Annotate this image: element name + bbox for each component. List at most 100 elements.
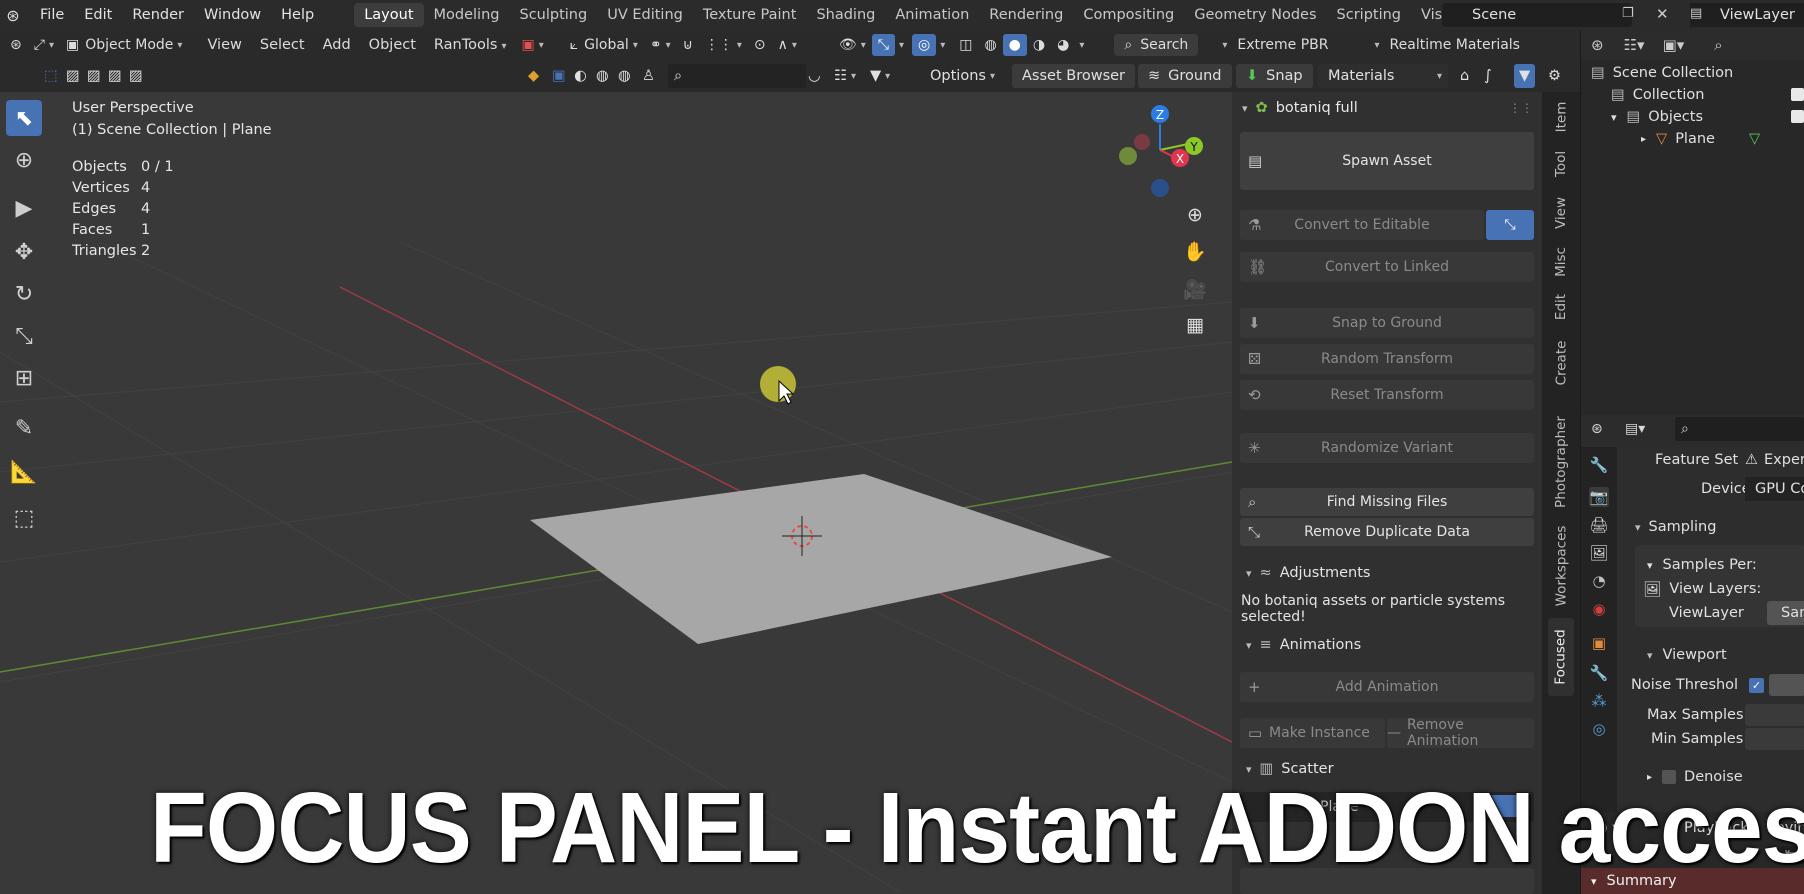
tab-focused[interactable]: Focused	[1548, 618, 1574, 696]
select-subtract-icon[interactable]: ▨	[87, 64, 101, 88]
objects-expand-icon[interactable]: ▾	[1611, 111, 1617, 124]
camera-view-icon[interactable]: 🎥	[1180, 274, 1210, 304]
particles-properties-icon[interactable]: ⁂	[1589, 691, 1609, 711]
properties-editor-icon[interactable]: ⊛	[1591, 421, 1603, 437]
filter-search-field[interactable]: ⌕	[668, 64, 806, 88]
shading-material-icon[interactable]: ◑	[1027, 34, 1051, 56]
outliner-collection[interactable]: ▤ Collection	[1611, 84, 1704, 106]
addon-square-icon[interactable]: ▣	[552, 64, 566, 88]
panel-header[interactable]: ▾ ✿ botaniq full ⋮⋮	[1242, 96, 1537, 120]
min-samples-field[interactable]	[1745, 728, 1804, 750]
properties-options-icon[interactable]: ▤▾	[1625, 421, 1645, 437]
samples-per-header[interactable]: ▾ Samples Per:	[1647, 553, 1757, 577]
menu-select[interactable]: Select	[251, 37, 314, 53]
menu-view[interactable]: View	[198, 37, 250, 53]
tab-texture-paint[interactable]: Texture Paint	[693, 3, 807, 27]
tab-scripting[interactable]: Scripting	[1327, 3, 1411, 27]
proportional-edit-icon[interactable]: ⊙	[748, 34, 772, 56]
tab-item[interactable]: Item	[1548, 96, 1574, 138]
modifier-properties-icon[interactable]: 🔧	[1589, 663, 1609, 683]
output-properties-icon[interactable]: 🖨	[1589, 515, 1609, 535]
add-animation-button[interactable]: + Add Animation	[1240, 672, 1534, 702]
outliner-scene-collection[interactable]: ▤ Scene Collection	[1591, 62, 1733, 84]
menu-help[interactable]: Help	[271, 7, 324, 23]
tab-layout[interactable]: Layout	[354, 3, 424, 27]
make-instance-button[interactable]: ▭ Make Instance	[1240, 718, 1385, 748]
scene-properties-icon[interactable]: ◔	[1589, 571, 1609, 591]
addon-globe-icon[interactable]: ◍	[596, 64, 609, 88]
snap-to-ground-button[interactable]: ⬇ Snap to Ground	[1240, 308, 1534, 338]
settings-gear-icon[interactable]: ⚙	[1548, 64, 1561, 88]
tool-settings-icon[interactable]: 🔧	[1589, 455, 1609, 475]
sampling-panel-header[interactable]: ▾ Sampling	[1635, 515, 1716, 539]
outliner-editor-icon[interactable]: ⊛	[1591, 36, 1604, 54]
tab-compositing[interactable]: Compositing	[1073, 3, 1184, 27]
rotate-tool-icon[interactable]: ↻	[6, 276, 42, 312]
addon-brush-icon[interactable]: ♙	[642, 64, 655, 88]
tab-sculpting[interactable]: Sculpting	[509, 3, 597, 27]
animations-section[interactable]: ▾ ≡ Animations	[1246, 632, 1536, 658]
pan-hand-icon[interactable]: ✋	[1180, 236, 1210, 266]
visibility-icon[interactable]: 👁 ▾	[833, 34, 872, 56]
select-extend-icon[interactable]: ▨	[66, 64, 80, 88]
shading-wireframe-icon[interactable]: ◍	[978, 34, 1002, 56]
transform-tool-icon[interactable]: ⊞	[6, 360, 42, 396]
menu-rantools[interactable]: RanTools ▾	[425, 37, 516, 53]
select-invert-icon[interactable]: ▨	[108, 64, 122, 88]
find-missing-files-button[interactable]: ⌕ Find Missing Files	[1240, 488, 1534, 516]
addon-world-icon[interactable]: ◍	[618, 64, 631, 88]
funnel-toggle-icon[interactable]: ▼	[1514, 64, 1536, 88]
xray-icon[interactable]: ◫	[953, 34, 978, 56]
cursor-tool-icon[interactable]: ⊕	[6, 142, 42, 178]
overlay-toggle-icon[interactable]: ◎	[911, 34, 937, 56]
zoom-icon[interactable]: ⊕	[1180, 200, 1210, 230]
snap-button[interactable]: ⬇ Snap	[1236, 64, 1313, 88]
realtime-materials-menu[interactable]: ▾ Realtime Materials	[1365, 34, 1526, 56]
remove-duplicate-button[interactable]: ⤡ Remove Duplicate Data	[1240, 518, 1534, 546]
filter-funnel-icon[interactable]: ▼ ▾	[870, 64, 890, 88]
blender-logo-icon[interactable]: ⊛	[0, 2, 26, 28]
tab-workspaces[interactable]: Workspaces	[1548, 520, 1574, 612]
tab-create[interactable]: Create	[1548, 332, 1574, 394]
properties-search-field[interactable]: ⌕	[1675, 417, 1804, 441]
extreme-pbr-menu[interactable]: ▾ Extreme PBR	[1212, 34, 1334, 56]
search-button[interactable]: ⌕ Search	[1114, 34, 1199, 56]
select-box-mode-icon[interactable]: ⬚	[44, 64, 58, 88]
select-tool-icon[interactable]: ⬉	[6, 100, 42, 136]
feature-set-dropdown[interactable]: ⚠ Exper	[1745, 448, 1804, 472]
editor-type-icon[interactable]: ⊛	[4, 34, 28, 56]
tab-misc[interactable]: Misc	[1548, 242, 1574, 282]
random-transform-button[interactable]: ⚄ Random Transform	[1240, 344, 1534, 374]
tab-rendering[interactable]: Rendering	[979, 3, 1073, 27]
addon-color-icon[interactable]: ◆	[528, 64, 539, 88]
snap-magnet-icon[interactable]: ⊍	[677, 34, 699, 56]
physics-properties-icon[interactable]: ◎	[1589, 719, 1609, 739]
tab-modeling[interactable]: Modeling	[424, 3, 510, 27]
overlay-dropdown[interactable]: ▾	[940, 40, 945, 51]
orientation-dropdown[interactable]: ⟀ Global ▾	[564, 34, 644, 56]
drag-handle-icon[interactable]: ⋮⋮	[1509, 101, 1533, 115]
select-intersect-icon[interactable]: ▨	[129, 64, 143, 88]
randomize-variant-button[interactable]: ✳ Randomize Variant	[1240, 433, 1534, 463]
transform-tool-icon[interactable]: ⤢ ▾	[28, 34, 60, 56]
options-dropdown[interactable]: Options ▾	[924, 64, 1001, 88]
menu-render[interactable]: Render	[122, 7, 194, 23]
scene-selector[interactable]: Scene	[1442, 3, 1632, 27]
tab-view[interactable]: View	[1548, 190, 1574, 236]
view-layer-icon[interactable]: ▤	[1690, 6, 1702, 21]
asset-browser-button[interactable]: Asset Browser	[1012, 64, 1136, 88]
reset-transform-button[interactable]: ⟲ Reset Transform	[1240, 380, 1534, 410]
addon-sphere-icon[interactable]: ◐	[574, 64, 587, 88]
convert-mode-toggle-icon[interactable]: ⤡	[1486, 210, 1534, 240]
tab-animation[interactable]: Animation	[885, 3, 979, 27]
outliner-search-icon[interactable]: ⌕	[1714, 36, 1722, 54]
collection-checkbox[interactable]	[1791, 88, 1804, 101]
max-samples-field[interactable]	[1745, 704, 1804, 726]
tab-tool[interactable]: Tool	[1548, 142, 1574, 186]
tab-uv-editing[interactable]: UV Editing	[597, 3, 693, 27]
shading-rendered-icon[interactable]: ◕	[1051, 34, 1075, 56]
list-view-icon[interactable]: ☷ ▾	[834, 64, 856, 88]
outliner-objects[interactable]: ▾ ▤ Objects	[1611, 106, 1703, 128]
tab-photographer[interactable]: Photographer	[1548, 410, 1574, 514]
menu-edit[interactable]: Edit	[74, 7, 122, 23]
